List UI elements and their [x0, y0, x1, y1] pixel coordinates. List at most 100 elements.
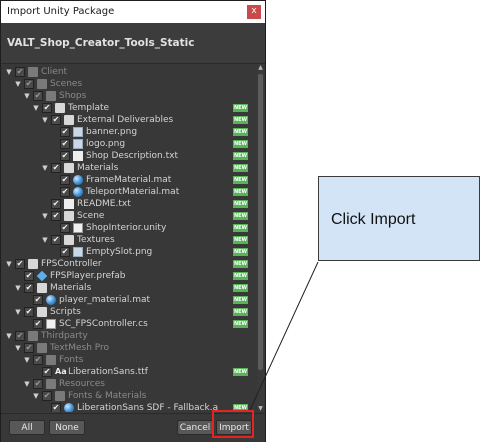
tree-scrollbar[interactable]: ▲ ▼: [257, 64, 264, 412]
expand-arrow-icon[interactable]: ▼: [14, 342, 22, 354]
include-checkbox[interactable]: ✔: [51, 115, 61, 125]
tree-row[interactable]: ✔ Aa LiberationSans.ttf NEW: [1, 366, 257, 378]
include-checkbox[interactable]: ✔: [60, 247, 70, 257]
expand-arrow-icon[interactable]: ▼: [41, 162, 49, 174]
tree-row[interactable]: ▼ ✔ Materials NEW: [1, 282, 257, 294]
tree-row[interactable]: ▼ ✔ Materials NEW: [1, 162, 257, 174]
tree-row[interactable]: ✔ EmptySlot.png NEW: [1, 246, 257, 258]
tree-row-label: README.txt: [77, 199, 131, 209]
include-checkbox[interactable]: ✔: [51, 211, 61, 221]
scroll-up-icon[interactable]: ▲: [257, 64, 264, 71]
text-file-icon: [73, 151, 83, 161]
include-checkbox[interactable]: ✔: [15, 67, 25, 77]
include-checkbox[interactable]: ✔: [42, 103, 52, 113]
folder-icon: [37, 307, 47, 317]
tree-row[interactable]: ✔ TeleportMaterial.mat NEW: [1, 186, 257, 198]
tree-row[interactable]: ▼ ✔ Thirdparty: [1, 330, 257, 342]
tree-row[interactable]: ✔ player_material.mat NEW: [1, 294, 257, 306]
tree-row[interactable]: ▼ ✔ FPSController NEW: [1, 258, 257, 270]
include-checkbox[interactable]: ✔: [24, 79, 34, 89]
expand-arrow-icon[interactable]: ▼: [23, 354, 31, 366]
new-badge: NEW: [233, 224, 248, 232]
expand-arrow-icon[interactable]: ▼: [14, 306, 22, 318]
expand-arrow-icon[interactable]: ▼: [41, 234, 49, 246]
include-checkbox[interactable]: ✔: [24, 343, 34, 353]
include-checkbox[interactable]: ✔: [42, 391, 52, 401]
folder-icon: [37, 283, 47, 293]
include-checkbox[interactable]: ✔: [51, 403, 61, 412]
include-checkbox[interactable]: ✔: [33, 319, 43, 329]
tree-row[interactable]: ▼ ✔ Scripts NEW: [1, 306, 257, 318]
tree-row-label: LiberationSans SDF - Fallback.a: [77, 403, 219, 412]
include-checkbox[interactable]: ✔: [15, 331, 25, 341]
include-checkbox[interactable]: ✔: [60, 127, 70, 137]
tree-row[interactable]: ✔ ShopInterior.unity NEW: [1, 222, 257, 234]
include-checkbox[interactable]: ✔: [24, 283, 34, 293]
tree-row-label: Thirdparty: [41, 331, 88, 341]
include-checkbox[interactable]: ✔: [60, 223, 70, 233]
expand-arrow-icon[interactable]: ▼: [5, 330, 13, 342]
tree-row[interactable]: ✔ SC_FPSController.cs NEW: [1, 318, 257, 330]
tree-row[interactable]: ✔ FPSPlayer.prefab NEW: [1, 270, 257, 282]
expand-arrow-icon[interactable]: ▼: [32, 102, 40, 114]
tree-row[interactable]: ▼ ✔ Scene NEW: [1, 210, 257, 222]
tree-row-label: Shops: [59, 91, 87, 101]
include-checkbox[interactable]: ✔: [33, 355, 43, 365]
tree-row-label: player_material.mat: [59, 295, 151, 305]
tree-row-label: External Deliverables: [77, 115, 174, 125]
include-checkbox[interactable]: ✔: [15, 259, 25, 269]
tree-row[interactable]: ▼ ✔ Scenes: [1, 78, 257, 90]
expand-arrow-icon[interactable]: ▼: [5, 258, 13, 270]
expand-arrow-icon[interactable]: ▼: [41, 114, 49, 126]
new-badge: NEW: [233, 260, 248, 268]
cancel-button[interactable]: Cancel: [177, 420, 213, 435]
expand-arrow-icon[interactable]: ▼: [32, 390, 40, 402]
tree-row-label: Shop Description.txt: [86, 151, 178, 161]
include-checkbox[interactable]: ✔: [42, 367, 52, 377]
tree-row[interactable]: ▼ ✔ Template NEW: [1, 102, 257, 114]
tree-row-label: Fonts & Materials: [68, 391, 147, 401]
close-button[interactable]: x: [247, 5, 261, 19]
tree-row[interactable]: ▼ ✔ Textures NEW: [1, 234, 257, 246]
tree-row[interactable]: ✔ README.txt NEW: [1, 198, 257, 210]
folder-icon: [46, 379, 56, 389]
expand-arrow-icon[interactable]: ▼: [14, 282, 22, 294]
scroll-down-icon[interactable]: ▼: [257, 405, 264, 412]
select-none-button[interactable]: None: [49, 420, 85, 435]
tree-row[interactable]: ▼ ✔ TextMesh Pro: [1, 342, 257, 354]
include-checkbox[interactable]: ✔: [60, 151, 70, 161]
include-checkbox[interactable]: ✔: [60, 175, 70, 185]
include-checkbox[interactable]: ✔: [33, 295, 43, 305]
tree-row[interactable]: ✔ FrameMaterial.mat NEW: [1, 174, 257, 186]
tree-row[interactable]: ✔ banner.png NEW: [1, 126, 257, 138]
expand-arrow-icon[interactable]: ▼: [14, 78, 22, 90]
include-checkbox[interactable]: ✔: [24, 307, 34, 317]
new-badge: NEW: [233, 272, 248, 280]
include-checkbox[interactable]: ✔: [33, 91, 43, 101]
tree-row[interactable]: ✔ Shop Description.txt NEW: [1, 150, 257, 162]
expand-arrow-icon[interactable]: ▼: [5, 66, 13, 78]
tree-row[interactable]: ▼ ✔ Client: [1, 66, 257, 78]
include-checkbox[interactable]: ✔: [51, 199, 61, 209]
tree-row[interactable]: ▼ ✔ Shops: [1, 90, 257, 102]
tree-row[interactable]: ▼ ✔ Resources: [1, 378, 257, 390]
tree-row[interactable]: ▼ ✔ Fonts: [1, 354, 257, 366]
include-checkbox[interactable]: ✔: [60, 187, 70, 197]
scrollbar-thumb[interactable]: [258, 74, 263, 370]
include-checkbox[interactable]: ✔: [60, 139, 70, 149]
tree-row-label: Scripts: [50, 307, 81, 317]
include-checkbox[interactable]: ✔: [51, 235, 61, 245]
callout-text: Click Import: [331, 211, 416, 228]
expand-arrow-icon[interactable]: ▼: [41, 210, 49, 222]
material-icon: [73, 187, 83, 197]
include-checkbox[interactable]: ✔: [33, 379, 43, 389]
expand-arrow-icon[interactable]: ▼: [23, 90, 31, 102]
select-all-button[interactable]: All: [9, 420, 45, 435]
tree-row[interactable]: ▼ ✔ External Deliverables NEW: [1, 114, 257, 126]
expand-arrow-icon[interactable]: ▼: [23, 378, 31, 390]
tree-row[interactable]: ▼ ✔ Fonts & Materials: [1, 390, 257, 402]
tree-row[interactable]: ✔ logo.png NEW: [1, 138, 257, 150]
include-checkbox[interactable]: ✔: [24, 271, 34, 281]
include-checkbox[interactable]: ✔: [51, 163, 61, 173]
tree-row-label: EmptySlot.png: [86, 247, 153, 257]
